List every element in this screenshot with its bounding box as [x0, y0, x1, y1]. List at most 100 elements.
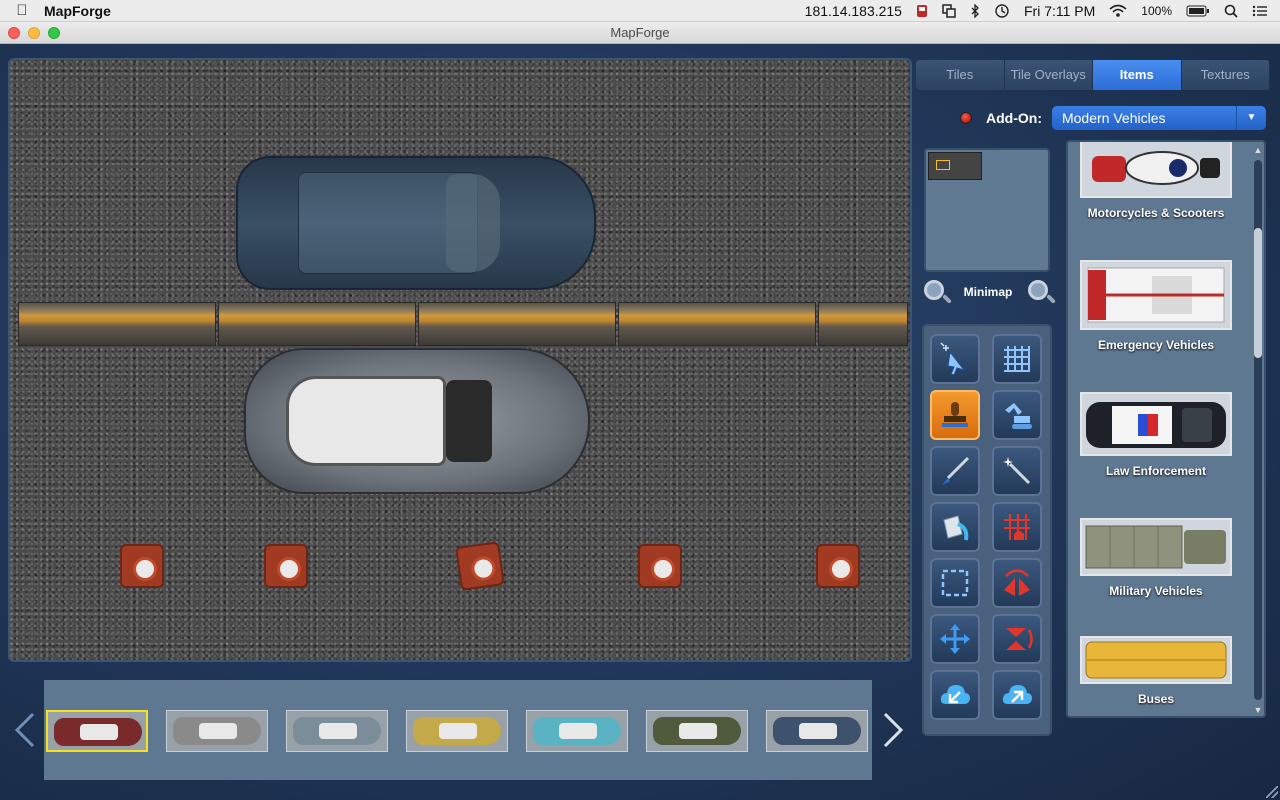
jersey-barrier-item[interactable] [218, 302, 416, 346]
minimap[interactable] [924, 148, 1050, 272]
minimize-window-button[interactable] [28, 27, 40, 39]
catalog-item-label: Motorcycles & Scooters [1087, 206, 1225, 220]
app-content: Tiles Tile Overlays Items Textures Add-O… [0, 44, 1280, 800]
minimap-zoom-row: Minimap [922, 276, 1056, 308]
catalog-item-label: Emergency Vehicles [1097, 338, 1215, 352]
zoom-window-button[interactable] [48, 27, 60, 39]
spotlight-icon[interactable] [1224, 3, 1238, 19]
vehicle-thumbnail-cabin [439, 723, 477, 739]
catalog-item-emergency[interactable]: Emergency Vehicles [1080, 260, 1232, 352]
marquee-select-tool-button[interactable] [930, 558, 980, 608]
flashcard-icon[interactable] [916, 3, 928, 19]
apple-icon[interactable]:  [0, 2, 44, 19]
battery-icon[interactable] [1186, 3, 1210, 19]
flip-vertical-icon [1006, 628, 1033, 650]
scrollbar-thumb[interactable] [1254, 228, 1262, 358]
silver-coupe-item[interactable] [244, 348, 590, 494]
jersey-barrier-item[interactable] [818, 302, 908, 346]
minimap-viewport[interactable] [936, 160, 950, 170]
traffic-cone-item[interactable] [638, 544, 682, 588]
export-tool-button[interactable] [992, 670, 1042, 720]
blue-sedan-item[interactable] [236, 156, 596, 290]
filmstrip-vehicle-thumbnail[interactable] [646, 710, 748, 752]
scroll-up-icon[interactable]: ▲ [1252, 144, 1264, 156]
jersey-barrier-item[interactable] [418, 302, 616, 346]
paint-bucket-icon [943, 515, 969, 541]
stamp-tool-button[interactable] [930, 390, 980, 440]
time-machine-icon[interactable] [994, 3, 1010, 19]
app-menu[interactable]: MapForge [44, 3, 111, 19]
item-catalog: Motorcycles & Scooters Emergency Vehicle… [1066, 140, 1266, 718]
traffic-cone-item[interactable] [264, 544, 308, 588]
bus-thumbnail [1080, 636, 1232, 684]
grid-tool-button[interactable] [992, 334, 1042, 384]
stamp-icon [942, 402, 968, 427]
flip-vertical-tool-button[interactable] [992, 614, 1042, 664]
tile-grid-tool-button[interactable] [992, 502, 1042, 552]
catalog-item-military[interactable]: Military Vehicles [1080, 518, 1232, 598]
move-tool-button[interactable] [930, 614, 980, 664]
select-tool-button[interactable] [930, 334, 980, 384]
tab-tile-overlays[interactable]: Tile Overlays [1004, 60, 1093, 90]
resize-grip-icon[interactable] [1266, 786, 1278, 798]
vehicle-thumbnail-body [533, 717, 621, 745]
traffic-cone-item[interactable] [455, 541, 505, 591]
jersey-barrier-item[interactable] [618, 302, 816, 346]
filmstrip-vehicle-thumbnail[interactable] [46, 710, 148, 752]
vehicle-thumbnail-body [173, 717, 261, 745]
catalog-item-label: Buses [1137, 692, 1175, 706]
catalog-item-motorcycles[interactable]: Motorcycles & Scooters [1080, 142, 1232, 220]
close-window-button[interactable] [8, 27, 20, 39]
clock[interactable]: Fri 7:11 PM [1024, 3, 1095, 19]
addon-dropdown[interactable]: Modern Vehicles ▼ [1051, 106, 1266, 130]
vehicle-thumbnail-cabin [319, 723, 357, 739]
vehicle-thumbnail-cabin [799, 723, 837, 739]
catalog-item-law-enforcement[interactable]: Law Enforcement [1080, 392, 1232, 478]
vehicle-thumbnail-cabin [80, 724, 118, 740]
filmstrip-vehicle-thumbnail[interactable] [766, 710, 868, 752]
filmstrip-vehicle-thumbnail[interactable] [286, 710, 388, 752]
scroll-down-icon[interactable]: ▼ [1252, 704, 1264, 716]
toolbox [922, 324, 1052, 736]
tab-items[interactable]: Items [1093, 60, 1182, 90]
minimap-label: Minimap [963, 285, 1013, 299]
filmstrip-vehicle-thumbnail[interactable] [526, 710, 628, 752]
filmstrip-prev-button[interactable] [10, 710, 40, 750]
tab-tiles[interactable]: Tiles [916, 60, 1005, 90]
vehicle-thumbnail-body [773, 717, 861, 745]
flip-horizontal-tool-button[interactable] [992, 558, 1042, 608]
map-canvas[interactable] [8, 58, 912, 662]
paint-bucket-tool-button[interactable] [930, 502, 980, 552]
import-tool-button[interactable] [930, 670, 980, 720]
zoom-in-icon[interactable] [1026, 278, 1056, 306]
motorcycle-thumbnail [1080, 142, 1232, 198]
vehicle-thumbnail-body [293, 717, 381, 745]
chevron-down-icon[interactable]: ▼ [1236, 106, 1266, 130]
catalog-item-buses[interactable]: Buses [1080, 636, 1232, 706]
bluetooth-icon[interactable] [970, 3, 980, 19]
catalog-item-label: Military Vehicles [1109, 584, 1203, 598]
flip-horizontal-icon [1004, 569, 1030, 596]
brush-tool-button[interactable] [930, 446, 980, 496]
addon-dropdown-value: Modern Vehicles [1061, 110, 1166, 126]
vehicle-thumbnail-body [54, 718, 142, 746]
window-icon[interactable] [942, 3, 956, 19]
zoom-out-icon[interactable] [922, 278, 952, 306]
filmstrip-next-button[interactable] [878, 710, 908, 750]
notification-center-icon[interactable] [1252, 3, 1268, 19]
jersey-barrier-item[interactable] [18, 302, 216, 346]
traffic-cone-item[interactable] [120, 544, 164, 588]
catalog-scrollbar[interactable]: ▲ ▼ [1252, 144, 1264, 716]
excavator-tool-button[interactable] [992, 390, 1042, 440]
vehicle-thumbnail-cabin [559, 723, 597, 739]
tab-textures[interactable]: Textures [1181, 60, 1270, 90]
traffic-cone-item[interactable] [816, 544, 860, 588]
ambulance-thumbnail [1080, 260, 1232, 330]
wifi-icon[interactable] [1109, 3, 1127, 19]
magic-wand-tool-button[interactable] [992, 446, 1042, 496]
filmstrip-vehicle-thumbnail[interactable] [406, 710, 508, 752]
military-truck-thumbnail [1080, 518, 1232, 576]
filmstrip-vehicle-thumbnail[interactable] [166, 710, 268, 752]
catalog-item-label: Law Enforcement [1105, 464, 1207, 478]
variant-filmstrip [44, 680, 872, 780]
